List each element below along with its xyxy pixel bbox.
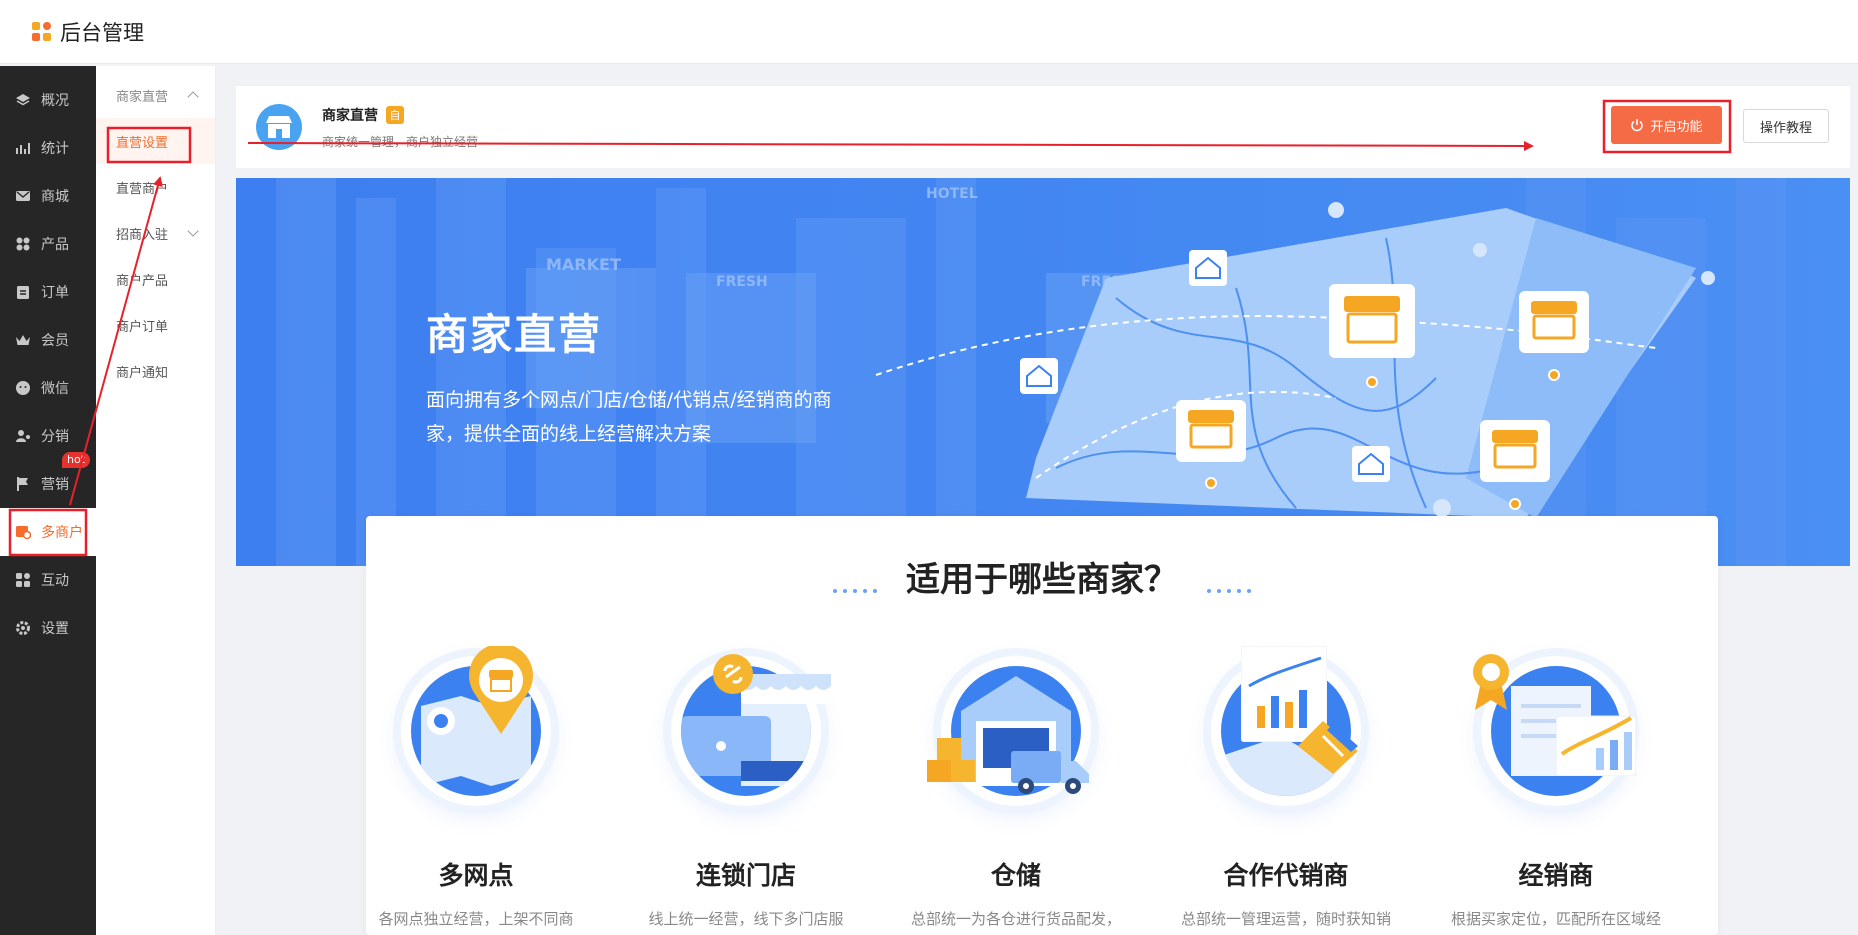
sidebar-item-label: 订单 (41, 285, 69, 301)
banner-illustration: MARKET FRESH FRESH HOTEL (276, 178, 1786, 566)
sidebar-item-mall[interactable]: 商城 (0, 172, 96, 220)
fresh-sign: FRESH (716, 274, 768, 290)
sidebar-item-overview[interactable]: 概况 (0, 76, 96, 124)
feature-header-card: 商家直营 自 商家统一管理，商户独立经营 开启功能 操作教程 (236, 86, 1850, 168)
sidebar-item-label: 设置 (41, 621, 69, 637)
submenu-item-merchant-notice[interactable]: 商户通知 (96, 348, 215, 394)
feature-description: 总部统一管理运营，随时获知销 (1180, 910, 1391, 928)
sidebar-item-orders[interactable]: 订单 (0, 268, 96, 316)
layers-icon (15, 92, 31, 108)
suitable-merchants-card: 适用于哪些商家？ 多网点 各网点独立经营，上架不同商 连锁门店 线上统一经营，线… (366, 516, 1718, 935)
sidebar-item-stats[interactable]: 统计 (0, 124, 96, 172)
banner-description: 面向拥有多个网点/门店/仓储/代销点/经销商的商家，提供全面的线上经营解决方案 (426, 389, 832, 445)
main-sidebar: 概况 统计 商城 产品 订单 会员 微信 分销 hot 营销 多商户 互动 设置 (0, 66, 96, 935)
market-sign: MARKET (546, 255, 621, 274)
sidebar-item-label: 统计 (41, 141, 69, 157)
sidebar-item-settings[interactable]: 设置 (0, 604, 96, 652)
feature-description: 各网点独立经营，上架不同商 (378, 910, 574, 928)
warehouse-pin-2 (1020, 358, 1058, 394)
submenu-item-merchant-products[interactable]: 商户产品 (96, 256, 215, 302)
grid-icon (15, 236, 31, 252)
sidebar-item-interaction[interactable]: 互动 (0, 556, 96, 604)
chevron-up-icon (187, 91, 199, 103)
sidebar-item-label: 互动 (41, 573, 69, 589)
sidebar-item-label: 多商户 (41, 525, 83, 541)
submenu-group-label: 商家直营 (116, 89, 169, 105)
sidebar-item-label: 商城 (41, 189, 69, 205)
people-icon (15, 572, 31, 588)
feature-name: 多网点 (438, 861, 514, 890)
feature-name: 经销商 (1518, 861, 1594, 890)
warehouse-truck-icon (927, 656, 1091, 806)
chart-icon (15, 140, 31, 156)
feature-name: 仓储 (990, 861, 1041, 890)
submenu-group-recruit[interactable]: 招商入驻 (96, 210, 215, 256)
sidebar-item-members[interactable]: 会员 (0, 316, 96, 364)
self-operated-badge: 自 (386, 105, 404, 124)
feature-name: 合作代销商 (1223, 861, 1349, 890)
clipboard-icon (15, 284, 31, 300)
sidebar-item-label: 营销 (41, 477, 69, 493)
map-pin-icon (401, 646, 551, 806)
header-title-row: 商家直营 自 (322, 105, 478, 125)
logo-icon (32, 21, 52, 42)
sidebar-item-marketing[interactable]: hot 营销 (0, 452, 96, 508)
flag-icon (15, 476, 31, 492)
top-bar: 后台管理 (0, 0, 1858, 64)
sidebar-item-wechat[interactable]: 微信 (0, 364, 96, 412)
handshake-chart-icon (1211, 646, 1361, 806)
feature-description: 根据买家定位，匹配所在区域经 (1450, 910, 1661, 928)
secondary-menu: 商家直营 直营设置 直营商户 招商入驻 商户产品 商户订单 商户通知 (96, 66, 216, 935)
power-icon (1631, 119, 1644, 132)
sidebar-item-label: 会员 (41, 333, 69, 349)
submenu-item-direct-settings[interactable]: 直营设置 (96, 118, 215, 164)
tutorial-button[interactable]: 操作教程 (1743, 109, 1829, 143)
feature-description: 总部统一为各仓进行货品配发， (910, 910, 1121, 928)
hero-banner: MARKET FRESH FRESH HOTEL (236, 178, 1850, 566)
page-title: 商家直营 (322, 107, 378, 124)
sidebar-item-multi-merchant[interactable]: 多商户 (0, 508, 96, 556)
sidebar-item-label: 产品 (41, 237, 69, 253)
feature-name: 连锁门店 (695, 861, 796, 890)
submenu-group-direct[interactable]: 商家直营 (96, 72, 215, 118)
banner-title: 商家直营 (426, 310, 603, 359)
sidebar-item-label: 微信 (41, 381, 69, 397)
header-text: 商家直营 自 商家统一管理，商户独立经营 (322, 105, 478, 150)
wechat-icon (15, 380, 31, 396)
mail-icon (15, 188, 31, 204)
app-title: 后台管理 (60, 20, 144, 45)
submenu-item-direct-merchants[interactable]: 直营商户 (96, 164, 215, 210)
page-subtitle: 商家统一管理，商户独立经营 (322, 134, 479, 149)
sidebar-item-label: 分销 (41, 429, 69, 445)
sidebar-item-label: 概况 (41, 93, 69, 109)
submenu-item-merchant-orders[interactable]: 商户订单 (96, 302, 215, 348)
sidebar-item-products[interactable]: 产品 (0, 220, 96, 268)
warehouse-pin-3 (1352, 446, 1390, 482)
feature-description: 线上统一经营，线下多门店服 (648, 910, 844, 928)
store-icon (256, 104, 302, 150)
chevron-down-icon (187, 225, 199, 237)
submenu-group-label: 招商入驻 (116, 227, 169, 243)
certificate-icon (1473, 654, 1636, 806)
feature-list: 多网点 各网点独立经营，上架不同商 连锁门店 线上统一经营，线下多门店服 仓储 … (366, 516, 1718, 935)
laptop-store-icon (671, 654, 831, 806)
hot-badge: hot (62, 452, 91, 468)
multi-shop-icon (15, 524, 31, 540)
user-share-icon (15, 428, 31, 444)
gear-icon (15, 620, 31, 636)
enable-feature-label: 开启功能 (1650, 119, 1703, 135)
hotel-sign: HOTEL (926, 186, 978, 202)
warehouse-pin-1 (1189, 250, 1227, 286)
crown-icon (15, 332, 31, 348)
enable-feature-button[interactable]: 开启功能 (1611, 106, 1722, 144)
